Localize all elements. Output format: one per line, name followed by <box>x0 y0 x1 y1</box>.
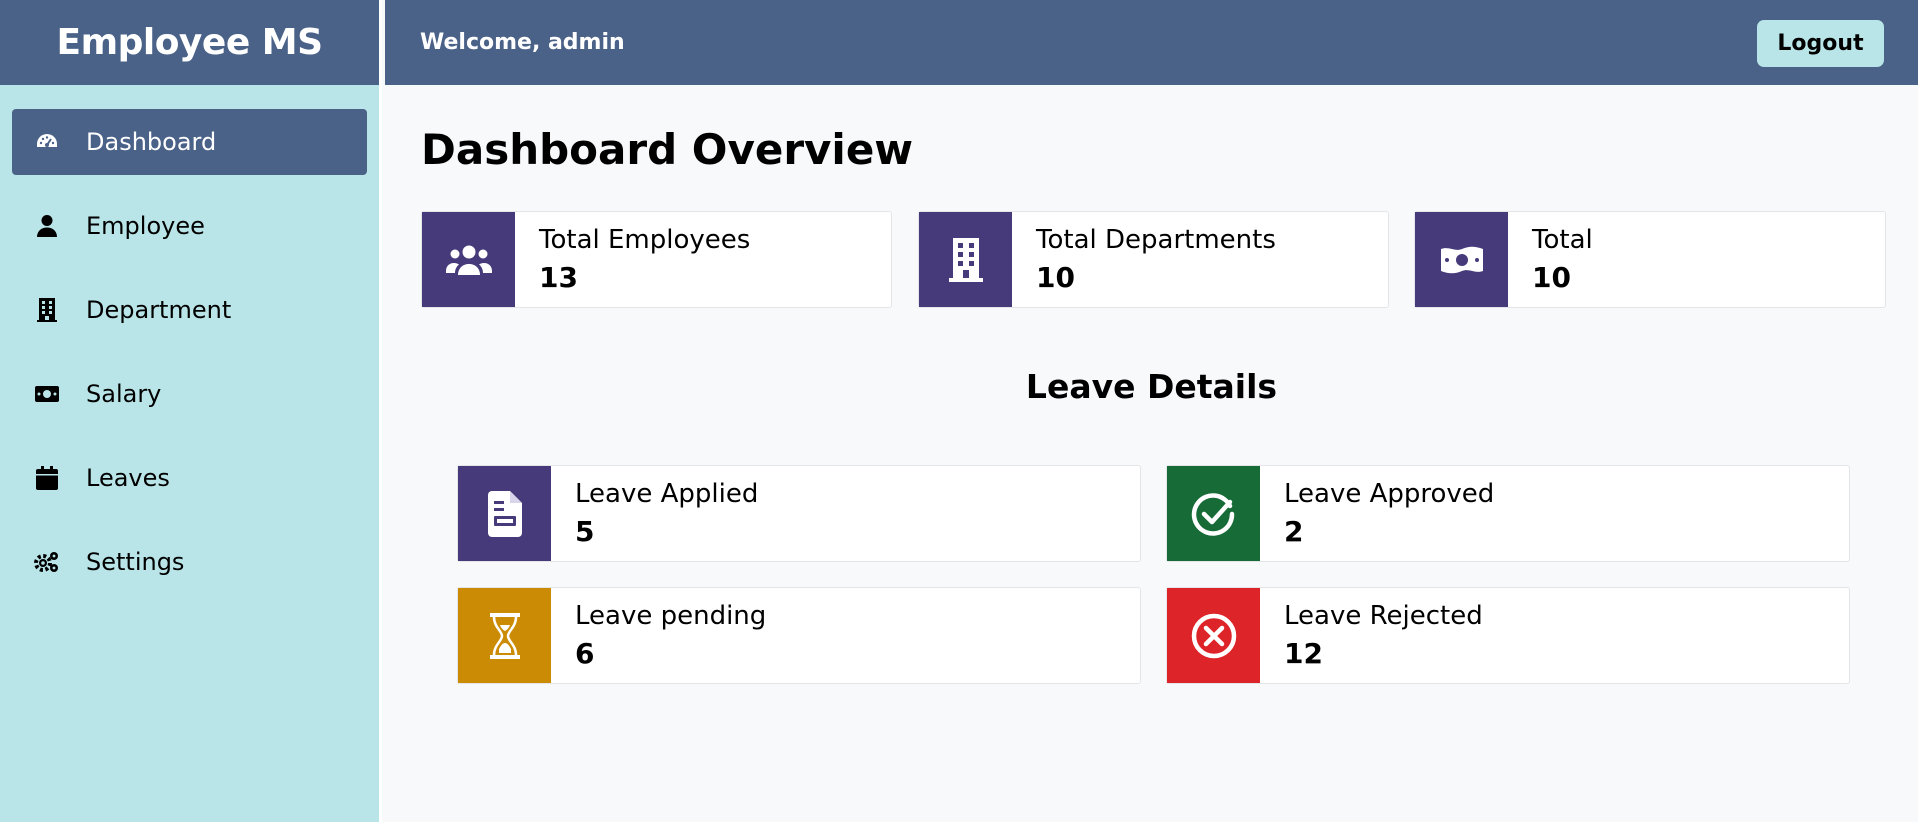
card-value: 12 <box>1284 637 1323 670</box>
card-value: 10 <box>1036 261 1075 294</box>
leave-card-applied: Leave Applied 5 <box>457 465 1141 562</box>
sidebar-item-settings[interactable]: Settings <box>12 529 367 595</box>
sidebar-item-department[interactable]: Department <box>12 277 367 343</box>
sidebar-item-salary[interactable]: Salary <box>12 361 367 427</box>
card-label: Total Departments <box>1036 225 1276 255</box>
dashboard-icon <box>34 129 60 155</box>
brand-header: Employee MS <box>0 0 379 85</box>
card-label: Leave Applied <box>575 479 759 509</box>
sidebar: Employee MS Dashboard Employee Departmen… <box>0 0 382 822</box>
card-value: 5 <box>575 515 595 548</box>
gears-icon <box>34 549 60 575</box>
money-bill-icon <box>1415 212 1508 307</box>
leave-details-title: Leave Details <box>1025 367 1278 406</box>
file-icon <box>458 466 551 561</box>
x-circle-icon <box>1167 588 1260 683</box>
leave-card-approved: Leave Approved 2 <box>1166 465 1850 562</box>
building-icon <box>34 297 60 323</box>
check-circle-icon <box>1167 466 1260 561</box>
brand-title: Employee MS <box>56 22 323 63</box>
card-value: 13 <box>539 261 578 294</box>
leave-card-pending: Leave pending 6 <box>457 587 1141 684</box>
logout-button[interactable]: Logout <box>1757 20 1884 67</box>
hourglass-icon <box>458 588 551 683</box>
summary-card-departments: Total Departments 10 <box>918 211 1389 308</box>
main-content: Dashboard Overview Total Employees 13 To… <box>385 85 1918 822</box>
sidebar-item-label: Settings <box>86 548 185 576</box>
card-label: Total <box>1532 225 1593 255</box>
card-label: Leave Rejected <box>1284 601 1483 631</box>
card-label: Total Employees <box>539 225 751 255</box>
sidebar-item-label: Salary <box>86 380 162 408</box>
top-header: Welcome, admin Logout <box>385 0 1918 85</box>
sidebar-nav: Dashboard Employee Department Salary Lea… <box>0 85 379 595</box>
users-icon <box>422 212 515 307</box>
user-icon <box>34 213 60 239</box>
leave-card-rejected: Leave Rejected 12 <box>1166 587 1850 684</box>
summary-card-employees: Total Employees 13 <box>421 211 892 308</box>
calendar-icon <box>34 465 60 491</box>
sidebar-item-employee[interactable]: Employee <box>12 193 367 259</box>
card-value: 10 <box>1532 261 1571 294</box>
sidebar-item-label: Leaves <box>86 464 170 492</box>
card-label: Leave pending <box>575 601 767 631</box>
card-value: 2 <box>1284 515 1304 548</box>
sidebar-item-dashboard[interactable]: Dashboard <box>12 109 367 175</box>
summary-card-total: Total 10 <box>1414 211 1886 308</box>
sidebar-item-leaves[interactable]: Leaves <box>12 445 367 511</box>
card-value: 6 <box>575 637 595 670</box>
sidebar-item-label: Employee <box>86 212 205 240</box>
sidebar-item-label: Department <box>86 296 232 324</box>
sidebar-item-label: Dashboard <box>86 128 217 156</box>
welcome-text: Welcome, admin <box>420 30 625 55</box>
page-title: Dashboard Overview <box>421 125 914 174</box>
card-label: Leave Approved <box>1284 479 1495 509</box>
money-bill-icon <box>34 381 60 407</box>
building-icon <box>919 212 1012 307</box>
